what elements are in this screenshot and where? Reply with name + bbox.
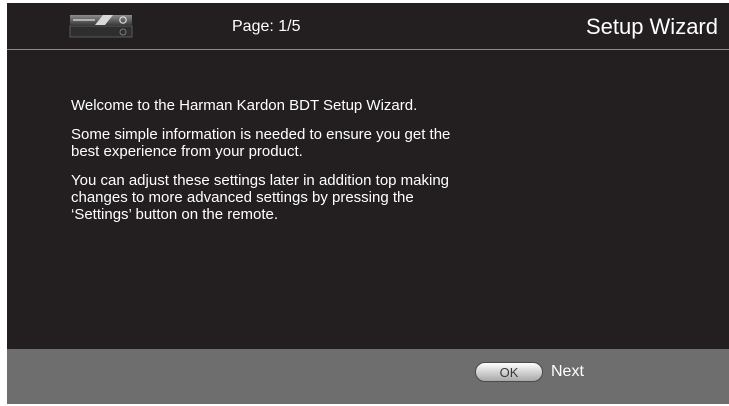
next-label: Next — [551, 363, 584, 380]
wizard-content: Welcome to the Harman Kardon BDT Setup W… — [71, 97, 451, 235]
ok-key-icon[interactable]: OK — [475, 362, 543, 382]
setup-wizard-screen: Page: 1/5 Setup Wizard Welcome to the Ha… — [7, 3, 729, 404]
next-button[interactable]: OK Next — [475, 361, 584, 383]
page-indicator: Page: 1/5 — [232, 18, 301, 35]
page-title: Setup Wizard — [585, 14, 718, 39]
bluray-player-icon — [69, 13, 133, 39]
info-paragraph: Some simple information is needed to ens… — [71, 126, 451, 160]
ok-key-label: OK — [499, 364, 519, 380]
footer-bar: OK Next — [7, 349, 729, 404]
welcome-paragraph: Welcome to the Harman Kardon BDT Setup W… — [71, 97, 418, 114]
header-bar: Page: 1/5 Setup Wizard — [7, 3, 729, 50]
settings-paragraph: You can adjust these settings later in a… — [71, 172, 450, 223]
